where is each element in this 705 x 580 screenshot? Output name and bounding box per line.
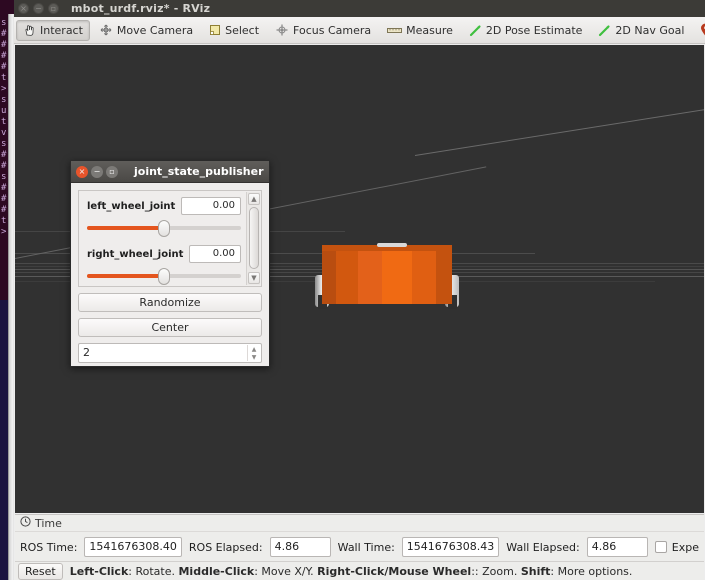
tool-focus-camera[interactable]: Focus Camera [268, 20, 378, 41]
tool-interact-label: Interact [40, 23, 83, 37]
jsp-scrollbar[interactable]: ▲ ▼ [246, 192, 260, 285]
tool-2d-pose-estimate-label: 2D Pose Estimate [485, 23, 583, 37]
slider-fill [87, 274, 164, 278]
right-wheel-joint-slider[interactable] [87, 267, 241, 285]
experimental-label: Expe [671, 540, 699, 554]
jsp-window-controls: × − ▫ [76, 165, 118, 178]
hint-shift: Shift [520, 564, 551, 578]
tool-publish-point[interactable]: Publish Point [693, 20, 705, 41]
close-icon[interactable]: × [18, 3, 29, 14]
time-fields-row: ROS Time: 1541676308.40 ROS Elapsed: 4.8… [15, 532, 704, 562]
tool-move-camera[interactable]: Move Camera [92, 20, 200, 41]
time-panel-title: Time [35, 516, 62, 530]
robot-body [322, 249, 452, 304]
experimental-checkbox[interactable] [654, 541, 667, 553]
wall-time-input[interactable]: 1541676308.43 [401, 537, 500, 557]
hint-left-click-desc: : Rotate. [128, 564, 179, 578]
scroll-down-icon[interactable]: ▼ [248, 272, 260, 284]
tool-select[interactable]: Select [202, 20, 266, 41]
jsp-window-title: joint_state_publisher [134, 165, 264, 178]
move-camera-icon [99, 23, 113, 37]
screen: s # # # # t > s u t v s # # s # # # t > … [0, 0, 705, 580]
nav-goal-arrow-icon [598, 24, 611, 37]
scrollbar-thumb[interactable] [249, 207, 259, 269]
jsp-spinbox-value[interactable]: 2 [79, 344, 261, 362]
ros-elapsed-label: ROS Elapsed: [188, 540, 263, 554]
ros-time-input[interactable]: 1541676308.40 [84, 537, 182, 557]
slider-handle[interactable] [158, 268, 170, 285]
tool-measure-label: Measure [406, 23, 453, 37]
rviz-toolbar: Interact Move Camera Select Focus Camera… [14, 17, 705, 44]
time-panel-header: Time [15, 515, 704, 532]
jsp-spinbox-buttons: ▲ ▼ [247, 345, 260, 361]
clock-icon [20, 516, 31, 530]
minimize-icon[interactable]: − [33, 3, 44, 14]
jsp-spinbox[interactable]: 2 ▲ ▼ [78, 343, 262, 363]
wall-elapsed-input[interactable]: 4.86 [586, 537, 648, 557]
jsp-close-icon[interactable]: × [76, 165, 88, 178]
left-wheel-joint-label: left_wheel_joint [87, 200, 176, 212]
status-bar: Reset Left-Click: Rotate. Middle-Click: … [15, 561, 704, 580]
scroll-up-icon[interactable]: ▲ [248, 193, 260, 205]
left-wheel-joint-value[interactable]: 0.00 [181, 197, 241, 215]
window-controls: × − ▫ [18, 3, 59, 14]
tool-2d-nav-goal-label: 2D Nav Goal [615, 23, 685, 37]
hint-middle-click-desc: : Move X/Y. [254, 564, 318, 578]
pose-arrow-icon [469, 24, 482, 37]
ros-elapsed-input[interactable]: 4.86 [269, 537, 331, 557]
tool-measure[interactable]: Measure [380, 20, 460, 41]
left-wheel-joint-slider[interactable] [87, 219, 241, 237]
experimental-checkbox-group[interactable]: Expe [654, 540, 699, 554]
joint-row: right_wheel_joint 0.00 [87, 245, 241, 263]
focus-camera-icon [275, 23, 289, 37]
grid-line-diagonal [414, 104, 704, 156]
tool-2d-pose-estimate[interactable]: 2D Pose Estimate [462, 20, 590, 41]
window-title: mbot_urdf.rviz* - RViz [71, 2, 211, 15]
right-wheel-joint-label: right_wheel_joint [87, 248, 184, 260]
jsp-titlebar[interactable]: × − ▫ joint_state_publisher [71, 161, 269, 183]
hand-cursor-icon [23, 24, 36, 37]
joint-state-publisher-dialog[interactable]: × − ▫ joint_state_publisher left_wheel_j… [70, 160, 270, 367]
joint-row: left_wheel_joint 0.00 [87, 197, 241, 215]
robot-top-plate [377, 243, 407, 247]
slider-fill [87, 226, 164, 230]
time-panel: Time ROS Time: 1541676308.40 ROS Elapsed… [15, 514, 704, 561]
randomize-button[interactable]: Randomize [78, 293, 262, 312]
slider-handle[interactable] [158, 220, 170, 237]
jsp-minimize-icon[interactable]: − [91, 165, 103, 178]
hint-middle-click: Middle-Click [178, 564, 255, 578]
jsp-maximize-icon[interactable]: ▫ [106, 165, 118, 178]
reset-button[interactable]: Reset [18, 562, 63, 580]
map-pin-icon [700, 23, 705, 37]
maximize-icon[interactable]: ▫ [48, 3, 59, 14]
tool-2d-nav-goal[interactable]: 2D Nav Goal [591, 20, 691, 41]
status-hint-text: Left-Click: Rotate. Middle-Click: Move X… [70, 565, 633, 578]
jsp-body: left_wheel_joint 0.00 right_wheel_joint … [71, 183, 269, 368]
hint-right-click: Right-Click/Mouse Wheel [317, 564, 472, 578]
select-square-icon [209, 24, 221, 36]
hint-right-click-desc: :: Zoom. [471, 564, 521, 578]
wall-elapsed-label: Wall Elapsed: [506, 540, 580, 554]
jsp-joints-scrollarea: left_wheel_joint 0.00 right_wheel_joint … [78, 190, 262, 287]
hint-left-click: Left-Click [69, 564, 129, 578]
tool-select-label: Select [225, 23, 260, 37]
center-button[interactable]: Center [78, 318, 262, 337]
tool-interact[interactable]: Interact [16, 19, 90, 41]
tool-move-camera-label: Move Camera [116, 23, 194, 37]
window-titlebar[interactable]: × − ▫ mbot_urdf.rviz* - RViz [14, 0, 705, 17]
spin-up-icon[interactable]: ▲ [247, 345, 260, 353]
ros-time-label: ROS Time: [20, 540, 78, 554]
ruler-icon [387, 26, 403, 35]
wall-time-label: Wall Time: [337, 540, 395, 554]
right-wheel-joint-value[interactable]: 0.00 [189, 245, 241, 263]
tool-focus-camera-label: Focus Camera [293, 23, 372, 37]
spin-down-icon[interactable]: ▼ [247, 353, 260, 361]
hint-shift-desc: : More options. [550, 564, 633, 578]
